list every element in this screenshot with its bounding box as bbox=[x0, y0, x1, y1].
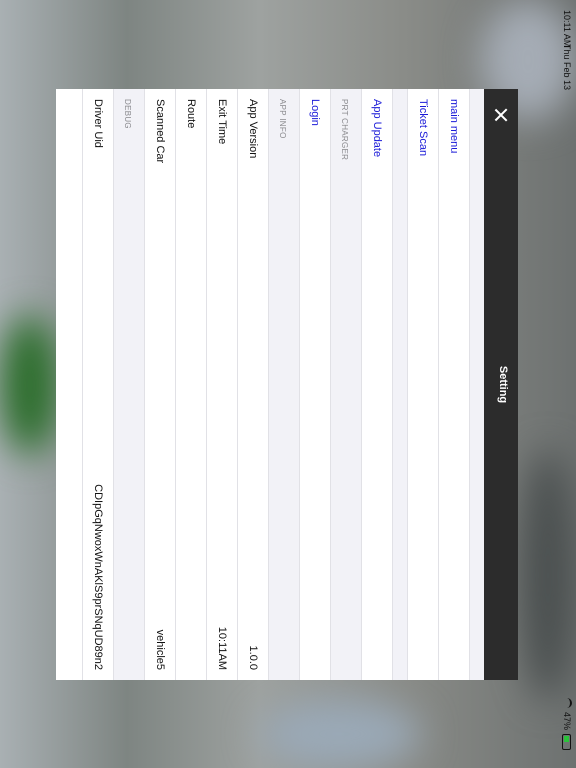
info-label: Scanned Car bbox=[154, 99, 166, 164]
info-label: Exit Time bbox=[216, 99, 228, 145]
wifi-icon bbox=[562, 697, 572, 708]
info-label: Route bbox=[185, 99, 197, 129]
settings-modal: Setting main menu Ticket Scan App Update… bbox=[56, 89, 518, 680]
debug-value: CDIpGqNwoxWnAKlS9prSNqUD89n2 bbox=[92, 484, 104, 670]
group-spacer bbox=[392, 89, 407, 680]
info-value: 10:11AM bbox=[216, 626, 228, 670]
section-header-prt-charger: PRT CHARGER bbox=[330, 89, 361, 680]
info-row-scanned-car: Scanned Car vehicle5 bbox=[144, 89, 175, 680]
menu-item-main-menu[interactable]: main menu bbox=[438, 89, 469, 680]
section-header-app-info: APP INFO bbox=[268, 89, 299, 680]
status-bar: 10:11 AM Thu Feb 13 47% bbox=[554, 0, 576, 768]
login-item[interactable]: Login bbox=[299, 89, 330, 680]
debug-label: Driver Uid bbox=[92, 99, 104, 148]
info-value: 1.0.0 bbox=[247, 645, 259, 670]
info-row-route: Route bbox=[175, 89, 206, 680]
modal-nav-bar: Setting bbox=[484, 89, 518, 680]
top-spacer bbox=[469, 89, 484, 680]
menu-item-ticket-scan[interactable]: Ticket Scan bbox=[407, 89, 438, 680]
info-row-exit-time: Exit Time 10:11AM bbox=[206, 89, 237, 680]
menu-item-label: Ticket Scan bbox=[417, 99, 429, 157]
debug-row-driver-uid: Driver Uid CDIpGqNwoxWnAKlS9prSNqUD89n2 bbox=[82, 89, 113, 680]
rotated-screen: 10:11 AM Thu Feb 13 47% Setting main men… bbox=[0, 0, 576, 768]
app-update-item[interactable]: App Update bbox=[361, 89, 392, 680]
modal-title: Setting bbox=[497, 365, 509, 404]
status-date: Thu Feb 13 bbox=[562, 44, 572, 91]
status-right: 47% bbox=[562, 697, 572, 750]
info-row-app-version: App Version 1.0.0 bbox=[237, 89, 268, 680]
section-header-debug: DEBUG bbox=[113, 89, 144, 680]
login-label: Login bbox=[309, 99, 321, 126]
battery-icon bbox=[562, 734, 572, 750]
info-label: App Version bbox=[247, 99, 259, 159]
menu-item-label: main menu bbox=[448, 99, 460, 154]
status-time: 10:11 AM bbox=[562, 10, 572, 48]
info-value: vehicle5 bbox=[154, 629, 166, 670]
app-update-label: App Update bbox=[371, 99, 383, 158]
battery-percent: 47% bbox=[562, 711, 572, 730]
